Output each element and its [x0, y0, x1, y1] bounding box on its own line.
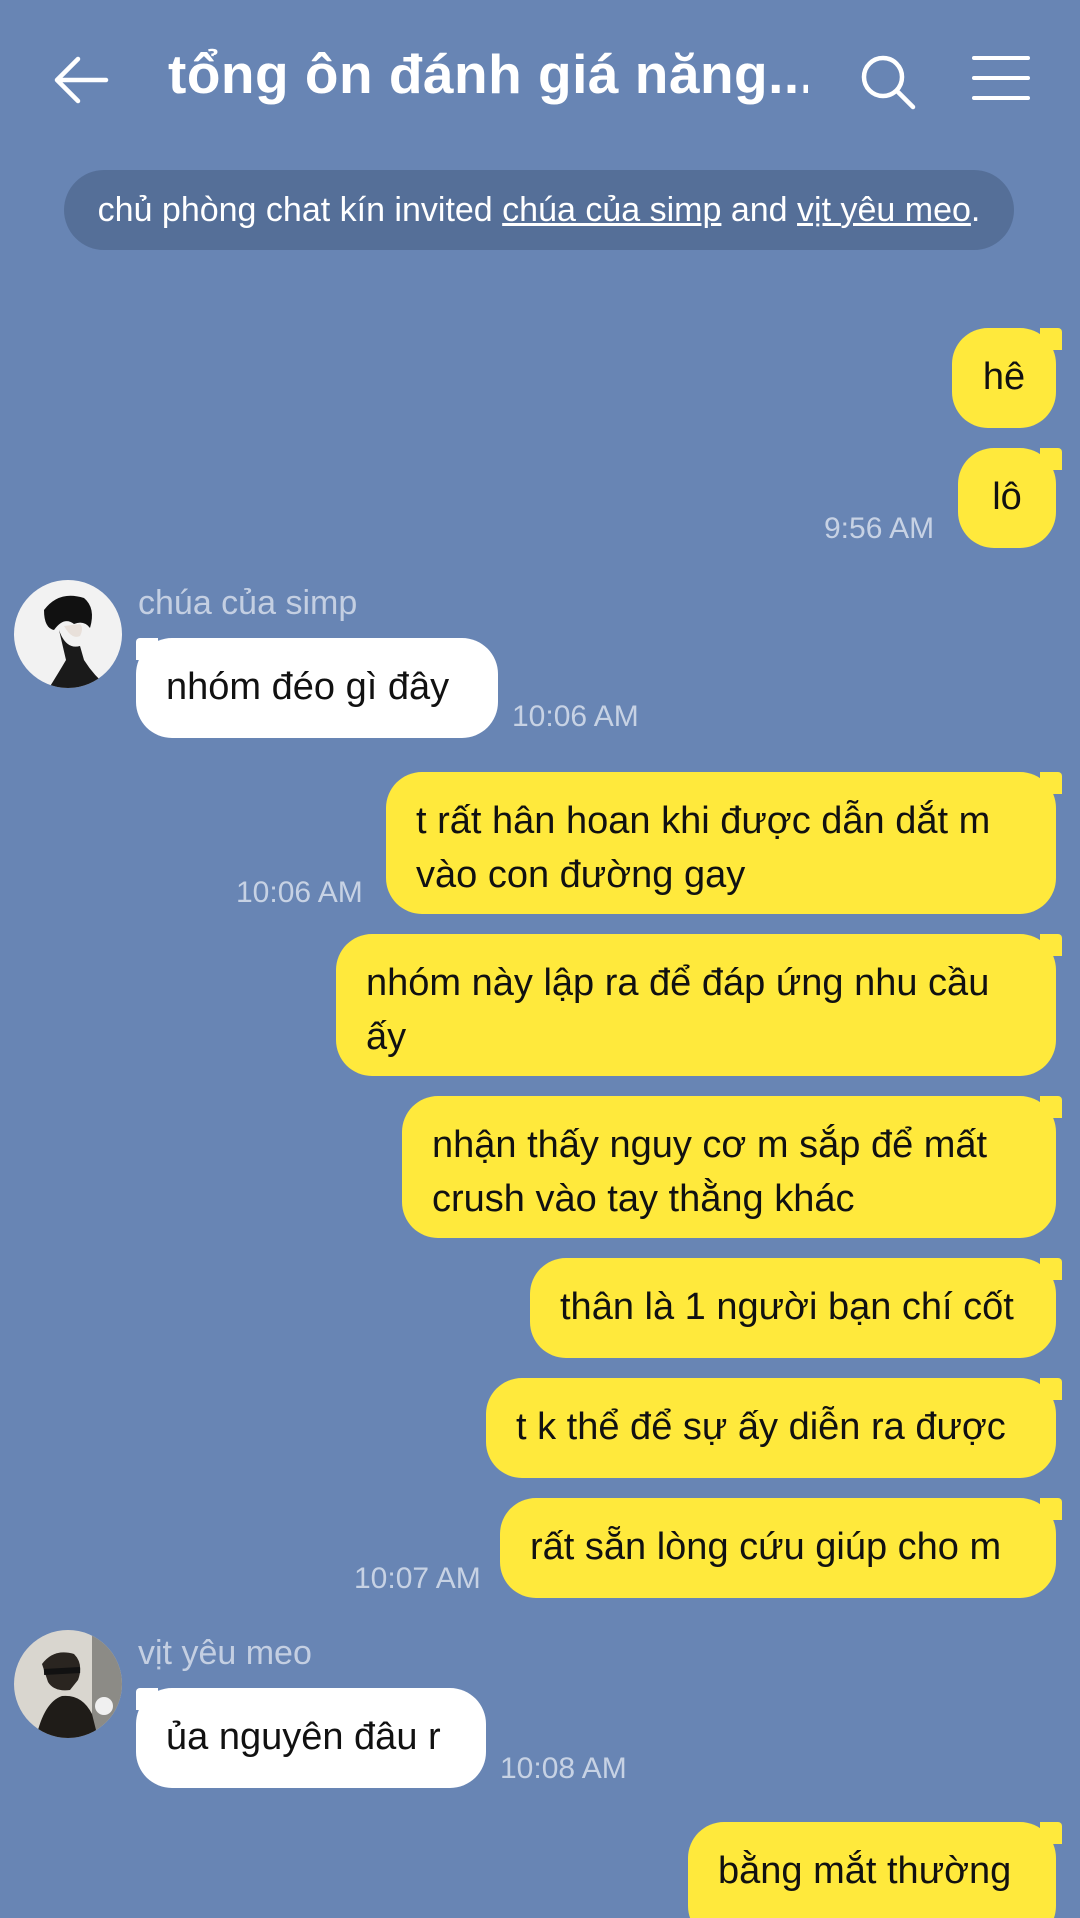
bubble-tail [1040, 328, 1062, 350]
outgoing-message[interactable]: t rất hân hoan khi được dẫn dắt m vào co… [386, 772, 1056, 914]
notice-invitee-link-1[interactable]: chúa của simp [502, 191, 721, 230]
sender-name: chúa của simp [138, 584, 358, 622]
message-text: t k thể để sự ấy diễn ra được [516, 1406, 1006, 1448]
bubble-tail [1040, 1258, 1062, 1280]
message-text: ủa nguyên đâu r [166, 1716, 441, 1758]
bubble-tail [1040, 1498, 1062, 1520]
chat-screen: tổng ôn đánh giá năng... chủ phòng chat … [0, 0, 1080, 1918]
avatar-vit-yeu-meo[interactable] [14, 1630, 122, 1738]
bubble-tail [1040, 1822, 1062, 1844]
notice-inviter: chủ phòng chat kín [97, 190, 385, 229]
bubble-tail [136, 1688, 158, 1710]
message-text: rất sẵn lòng cứu giúp cho m [530, 1526, 1002, 1568]
incoming-message[interactable]: nhóm đéo gì đây [136, 638, 498, 738]
message-text-line: vào con đường gay [416, 854, 746, 896]
menu-button[interactable] [972, 54, 1030, 102]
bubble-tail [136, 638, 158, 660]
outgoing-message[interactable]: bằng mắt thường [688, 1822, 1056, 1918]
message-text-line: nhận thấy nguy cơ m sắp để mất [432, 1124, 988, 1166]
invite-notice: chủ phòng chat kín invited chúa của simp… [64, 170, 1014, 250]
message-text-line: crush vào tay thằng khác [432, 1178, 855, 1220]
message-text-line: ấy [366, 1016, 407, 1058]
message-text: thân là 1 người bạn chí cốt [560, 1286, 1014, 1328]
arrow-left-icon [54, 56, 109, 104]
chat-header: tổng ôn đánh giá năng... [0, 0, 1080, 160]
bubble-tail [1040, 934, 1062, 956]
message-timestamp: 10:08 AM [500, 1752, 627, 1785]
bubble-tail [1040, 772, 1062, 794]
avatar-chua-cua-simp[interactable] [14, 580, 122, 688]
chat-title[interactable]: tổng ôn đánh giá năng... [168, 42, 808, 106]
notice-invitee-link-2[interactable]: vịt yêu meo [797, 191, 971, 230]
message-text-line: t rất hân hoan khi được dẫn dắt m [416, 800, 991, 842]
back-button[interactable] [50, 52, 112, 108]
bubble-tail [1040, 1096, 1062, 1118]
search-button[interactable] [858, 52, 918, 112]
incoming-message[interactable]: ủa nguyên đâu r [136, 1688, 486, 1788]
message-text: bằng mắt thường [718, 1850, 1012, 1892]
outgoing-message[interactable]: thân là 1 người bạn chí cốt [530, 1258, 1056, 1358]
sender-name: vịt yêu meo [138, 1634, 312, 1672]
message-timestamp: 10:06 AM [236, 876, 363, 909]
notice-end: . [970, 190, 981, 229]
hamburger-menu-icon [972, 56, 1030, 100]
notice-invited-text: invited [384, 190, 503, 229]
message-text: hê [982, 356, 1026, 398]
message-timestamp: 10:07 AM [354, 1562, 481, 1595]
message-text: lô [992, 476, 1022, 518]
message-timestamp: 10:06 AM [512, 700, 639, 733]
outgoing-message[interactable]: nhóm này lập ra để đáp ứng nhu cầu ấy [336, 934, 1056, 1076]
outgoing-message[interactable]: rất sẵn lòng cứu giúp cho m [500, 1498, 1056, 1598]
bubble-tail [1040, 1378, 1062, 1400]
message-text-line: nhóm này lập ra để đáp ứng nhu cầu [366, 962, 990, 1004]
bubble-tail [1040, 448, 1062, 470]
message-timestamp: 9:56 AM [824, 512, 935, 545]
avatar-image [14, 580, 122, 688]
avatar-image [14, 1630, 122, 1738]
outgoing-message[interactable]: nhận thấy nguy cơ m sắp để mất crush vào… [402, 1096, 1056, 1238]
message-text: nhóm đéo gì đây [166, 666, 450, 708]
search-icon [861, 55, 916, 110]
outgoing-message[interactable]: t k thể để sự ấy diễn ra được [486, 1378, 1056, 1478]
notice-and-text: and [721, 190, 798, 229]
